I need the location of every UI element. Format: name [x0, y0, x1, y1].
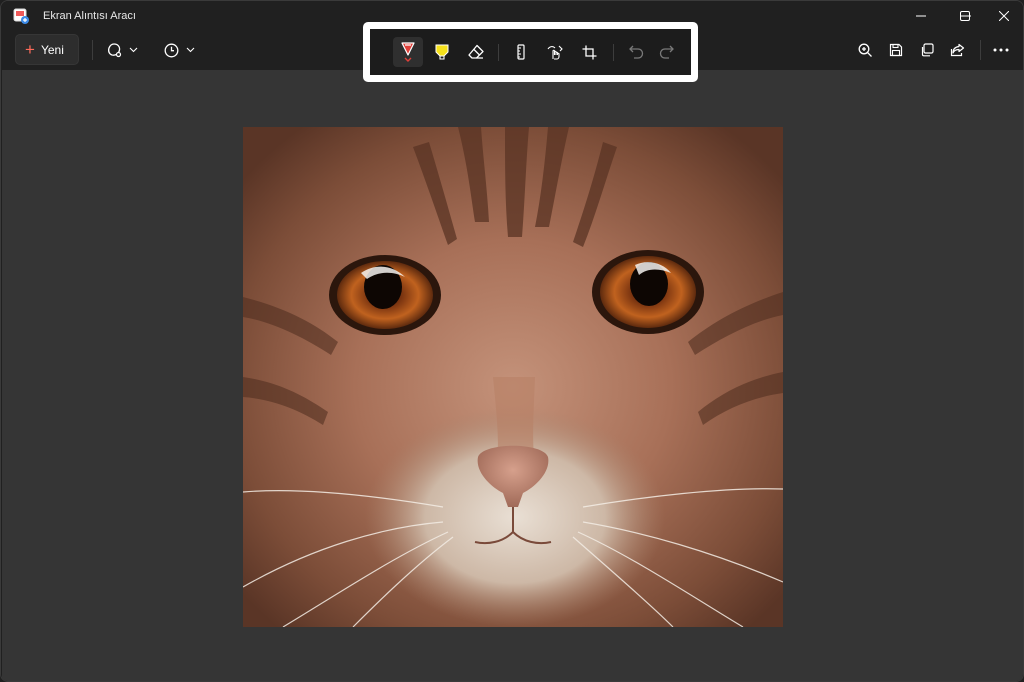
- touch-writing-button[interactable]: [540, 37, 570, 67]
- app-title: Ekran Alıntısı Aracı: [43, 10, 136, 22]
- crop-button[interactable]: [574, 37, 604, 67]
- toolbar-divider: [92, 40, 93, 60]
- touch-writing-icon: [546, 44, 564, 60]
- plus-icon: +: [25, 40, 35, 59]
- ballpoint-pen-icon: [399, 41, 417, 63]
- save-button[interactable]: [881, 35, 911, 65]
- clock-icon: [164, 43, 179, 58]
- highlighter-icon: [434, 43, 450, 61]
- share-button[interactable]: [942, 35, 972, 65]
- snip-canvas[interactable]: [2, 70, 1023, 681]
- redo-icon: [659, 45, 674, 59]
- highlighter-button[interactable]: [427, 37, 457, 67]
- more-options-button[interactable]: [986, 35, 1016, 65]
- toolbar-divider: [980, 40, 981, 60]
- close-icon: [999, 11, 1009, 21]
- undo-button[interactable]: [621, 37, 651, 67]
- eraser-icon: [467, 44, 485, 60]
- new-snip-label: Yeni: [40, 42, 64, 57]
- chevron-down-icon: [129, 47, 138, 53]
- annotation-tools-highlight: [363, 22, 698, 82]
- ballpoint-pen-button[interactable]: [393, 37, 423, 67]
- zoom-in-icon: [858, 43, 873, 58]
- delay-button[interactable]: [158, 35, 200, 65]
- minimize-button-area[interactable]: [902, 1, 940, 31]
- share-icon: [950, 43, 965, 57]
- maximize-button[interactable]: [946, 1, 984, 31]
- snipping-tool-window: Ekran Alıntısı Aracı + Yeni: [0, 0, 1024, 682]
- redo-button[interactable]: [651, 37, 681, 67]
- snip-shape-icon: [106, 42, 122, 58]
- maximize-icon: [960, 11, 970, 21]
- ruler-icon: [516, 44, 526, 60]
- copy-icon: [920, 43, 934, 57]
- snip-image[interactable]: [243, 127, 783, 627]
- minimize-icon: [916, 11, 926, 21]
- chevron-down-icon: [186, 47, 195, 53]
- ruler-button[interactable]: [506, 37, 536, 67]
- new-snip-button[interactable]: + Yeni: [15, 34, 79, 65]
- crop-icon: [582, 45, 597, 60]
- undo-icon: [628, 45, 644, 59]
- close-button[interactable]: [985, 1, 1023, 31]
- snipping-tool-app-icon: [13, 8, 30, 25]
- annotation-toolbar: [376, 35, 685, 69]
- more-icon: [993, 48, 1009, 52]
- cat-photo: [243, 127, 783, 627]
- tool-divider: [613, 44, 614, 61]
- save-icon: [889, 43, 903, 57]
- zoom-in-button[interactable]: [850, 35, 880, 65]
- copy-button[interactable]: [912, 35, 942, 65]
- tool-divider: [498, 44, 499, 61]
- eraser-button[interactable]: [461, 37, 491, 67]
- snip-mode-button[interactable]: [101, 35, 143, 65]
